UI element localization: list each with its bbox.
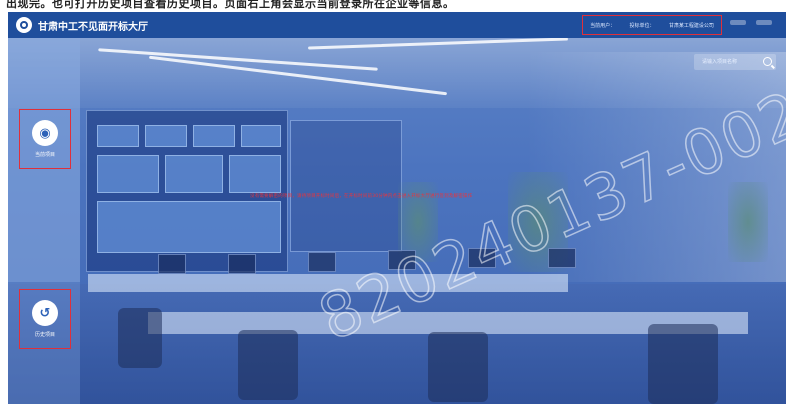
left-sidebar: ◉ 当前项目 ↺ 历史项目: [8, 38, 80, 404]
cube-icon: ◉: [32, 120, 58, 146]
screen-panel: [97, 201, 281, 253]
sidebar-item-current-project[interactable]: ◉ 当前项目: [19, 109, 71, 169]
app-window: 甘肃中工不见面开标大厅 当前用户： 投标单位： 甘肃某工程建设公司 ◉ 当前项目…: [8, 12, 786, 404]
sidebar-item-label: 历史项目: [34, 332, 55, 338]
chair: [118, 308, 162, 368]
search-icon[interactable]: [763, 57, 772, 66]
header-actions: [730, 20, 772, 25]
chair: [238, 330, 298, 400]
search-input[interactable]: [700, 58, 764, 66]
monitor: [158, 254, 186, 274]
project-search: [694, 54, 776, 70]
screen-panel: [145, 125, 187, 147]
user-info-current-user: 当前用户：: [590, 22, 616, 29]
top-header: 甘肃中工不见面开标大厅 当前用户： 投标单位： 甘肃某工程建设公司: [8, 12, 786, 38]
screen-panel: [97, 155, 159, 193]
plant: [728, 182, 768, 262]
top-caption: 出现完。也可打开历史项目查看历史项目。页面右上角会显示当前登录所在企业等信息。: [6, 0, 455, 10]
sidebar-item-label: 当前项目: [34, 152, 55, 158]
screen-panel: [241, 125, 281, 147]
wall-screen: [290, 120, 402, 252]
top-caption-strip: 出现完。也可打开历史项目查看历史项目。页面右上角会显示当前登录所在企业等信息。: [0, 0, 790, 10]
wall-screen: [86, 110, 288, 272]
history-icon: ↺: [32, 300, 58, 326]
monitor: [308, 252, 336, 272]
user-info-bidder: 投标单位：: [629, 22, 655, 29]
site-title: 甘肃中工不见面开标大厅: [38, 21, 148, 33]
header-action[interactable]: [730, 20, 746, 25]
user-info-company: 甘肃某工程建设公司: [668, 22, 714, 29]
user-info-box: 当前用户： 投标单位： 甘肃某工程建设公司: [582, 15, 722, 35]
chair: [648, 324, 718, 404]
empty-project-notice: 没有需要解密的项目，请待项目开标时间后，在开标时间前30分钟内点击进入开标大厅进…: [250, 194, 473, 199]
background-photo: [8, 12, 786, 404]
sidebar-item-history-project[interactable]: ↺ 历史项目: [19, 289, 71, 349]
logo-icon: [16, 17, 32, 33]
screen-panel: [193, 125, 235, 147]
chair: [428, 332, 488, 402]
screen-panel: [165, 155, 223, 193]
screen-panel: [229, 155, 281, 193]
screen-panel: [97, 125, 139, 147]
header-action[interactable]: [756, 20, 772, 25]
monitor: [228, 254, 256, 274]
